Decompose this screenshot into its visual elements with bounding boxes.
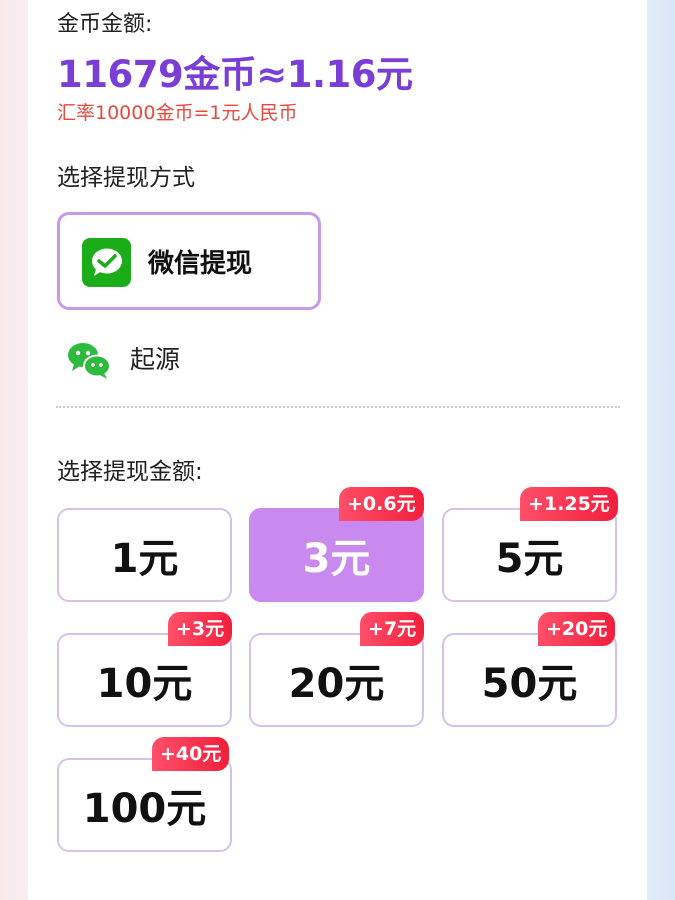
coin-amount-label: 金币金额:	[57, 12, 153, 37]
wechat-withdraw-label: 微信提现	[148, 249, 253, 279]
bonus-badge: +7元	[360, 612, 425, 646]
wechat-icon	[66, 340, 114, 380]
amount-option-1[interactable]: 1元	[57, 508, 232, 602]
bonus-badge: +40元	[152, 737, 230, 771]
amount-option-100[interactable]: 100元	[57, 758, 232, 852]
amount-option-5[interactable]: 5元	[442, 508, 617, 602]
amount-option-50[interactable]: 50元	[442, 633, 617, 727]
withdraw-card: 金币金额: 11679金币≈1.16元 汇率10000金币=1元人民币 选择提现…	[28, 0, 647, 900]
amount-option-20[interactable]: 20元	[249, 633, 424, 727]
section-divider	[56, 406, 620, 408]
method-section-title: 选择提现方式	[57, 165, 195, 191]
wechat-account-name: 起源	[130, 345, 181, 374]
amount-option-3[interactable]: 3元	[249, 508, 424, 602]
bonus-badge: +3元	[168, 612, 233, 646]
wechat-pay-icon	[82, 238, 131, 287]
amount-section-title: 选择提现金额:	[57, 459, 203, 485]
exchange-rate-text: 汇率10000金币=1元人民币	[57, 102, 298, 124]
bonus-badge: +1.25元	[520, 487, 618, 521]
bonus-badge: +0.6元	[339, 487, 424, 521]
wechat-withdraw-option[interactable]: 微信提现	[57, 212, 321, 310]
amount-option-10[interactable]: 10元	[57, 633, 232, 727]
bonus-badge: +20元	[538, 612, 616, 646]
coin-amount-value: 11679金币≈1.16元	[57, 53, 413, 96]
